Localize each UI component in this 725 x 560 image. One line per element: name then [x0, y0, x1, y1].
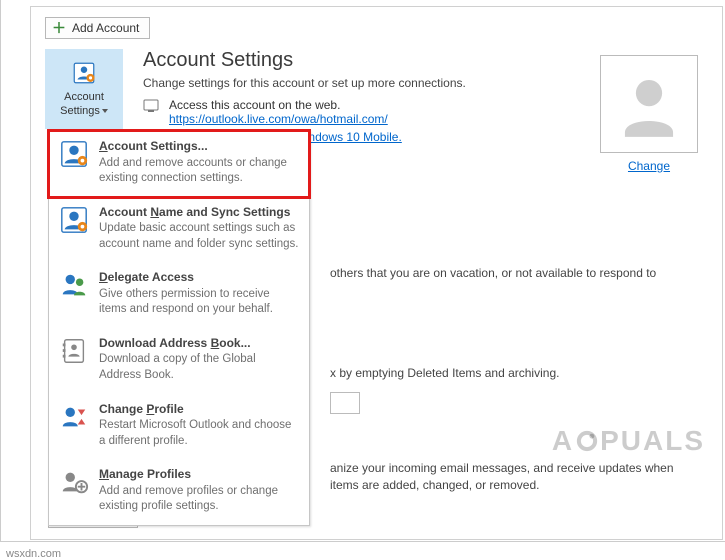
account-settings-icon: [59, 139, 89, 169]
web-access-text: Access this account on the web.: [169, 98, 388, 112]
menu-item-delegate-access[interactable]: Delegate Access Give others permission t…: [49, 262, 309, 328]
chevron-down-icon: [102, 109, 108, 113]
change-avatar-link[interactable]: Change: [628, 159, 670, 173]
add-account-label: Add Account: [72, 21, 139, 35]
owa-link[interactable]: https://outlook.live.com/owa/hotmail.com…: [169, 112, 388, 126]
menu-item-change-profile[interactable]: Change Profile Restart Microsoft Outlook…: [49, 394, 309, 460]
mailbox-cleanup-text-partial: x by emptying Deleted Items and archivin…: [330, 365, 705, 382]
account-settings-btn-line2: Settings: [60, 105, 100, 117]
manage-profiles-icon: [59, 467, 89, 497]
address-book-icon: [59, 336, 89, 366]
change-profile-icon: [59, 402, 89, 432]
menu-item-manage-profiles[interactable]: Manage Profiles Add and remove profiles …: [49, 459, 309, 525]
plus-icon: ＋: [52, 21, 66, 35]
partial-field: [330, 392, 360, 414]
avatar-placeholder: [600, 55, 698, 153]
menu-item-download-address-book[interactable]: Download Address Book... Download a copy…: [49, 328, 309, 394]
footer-text: wsxdn.com: [6, 548, 61, 560]
account-settings-dropdown: Account Settings... Add and remove accou…: [48, 130, 310, 526]
add-account-button[interactable]: ＋ Add Account: [45, 17, 150, 39]
menu-item-name-sync-settings[interactable]: Account Name and Sync Settings Update ba…: [49, 197, 309, 263]
account-sync-icon: [59, 205, 89, 235]
web-access-icon: [143, 98, 159, 114]
account-settings-dropdown-button[interactable]: Account Settings: [45, 49, 123, 129]
delegate-icon: [59, 270, 89, 300]
menu-item-account-settings[interactable]: Account Settings... Add and remove accou…: [49, 131, 309, 197]
account-settings-btn-line1: Account: [64, 91, 104, 103]
account-settings-icon: [71, 60, 97, 86]
rules-alerts-text-partial: anize your incoming email messages, and …: [330, 460, 705, 495]
auto-replies-text-partial: others that you are on vacation, or not …: [330, 265, 705, 282]
